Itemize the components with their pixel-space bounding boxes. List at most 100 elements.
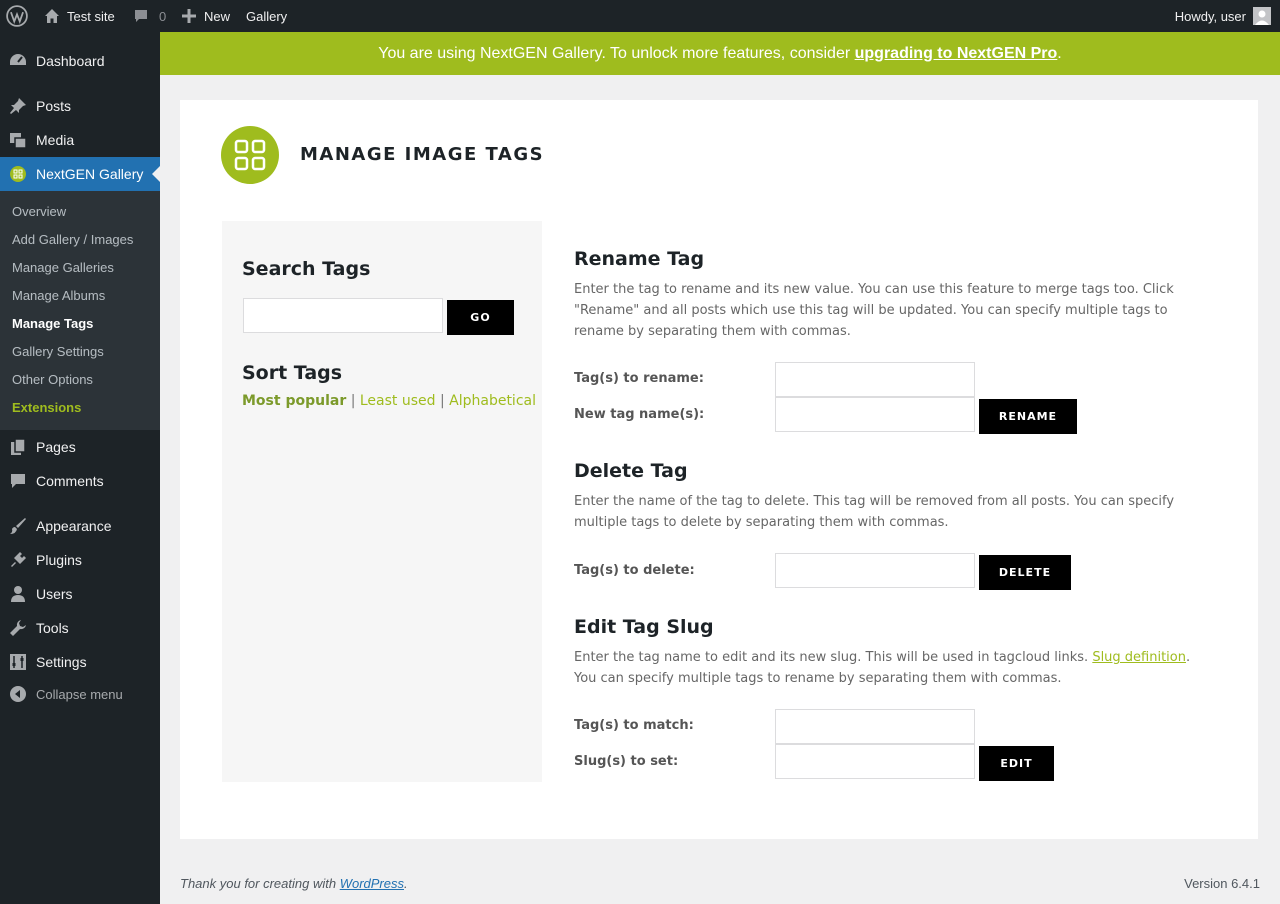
comment-icon (133, 8, 149, 24)
edit-slug-description-text: Enter the tag name to edit and its new s… (574, 650, 1093, 665)
rename-to-label: New tag name(s): (574, 407, 705, 422)
dashboard-icon (9, 52, 27, 70)
upgrade-banner: You are using NextGEN Gallery. To unlock… (160, 32, 1280, 75)
site-link[interactable]: Test site (44, 0, 115, 32)
delete-label: Tag(s) to delete: (574, 563, 695, 578)
sort-links: Most popular | Least used | Alphabetical (242, 393, 536, 409)
sidebar-item-label: Settings (36, 654, 87, 670)
sidebar-item-media[interactable]: Media (0, 123, 160, 157)
sidebar-item-label: Plugins (36, 552, 82, 568)
site-name: Test site (67, 8, 115, 24)
slug-set-input[interactable] (775, 744, 975, 779)
howdy-text: Howdy, user (1174, 8, 1246, 24)
banner-end: . (1057, 44, 1062, 62)
brush-icon (9, 517, 27, 535)
sidebar-item-label: Media (36, 132, 75, 148)
sidebar-item-comments[interactable]: Comments (0, 464, 160, 498)
sidebar-item-label: Comments (36, 473, 104, 489)
plugin-icon (9, 551, 27, 569)
sidebar-item-dashboard[interactable]: Dashboard (0, 44, 160, 78)
slug-match-label: Tag(s) to match: (574, 718, 694, 733)
search-sort-panel: Search Tags GO Sort Tags Most popular | … (222, 221, 542, 782)
footer-thanks-text: Thank you for creating with (180, 876, 340, 891)
sort-least-used-link[interactable]: Least used (360, 393, 436, 409)
rename-button[interactable]: RENAME (979, 399, 1077, 434)
collapse-label: Collapse menu (36, 686, 123, 702)
sidebar-item-label: Posts (36, 98, 72, 114)
plus-icon (182, 9, 196, 23)
sidebar-item-appearance[interactable]: Appearance (0, 509, 160, 543)
collapse-menu-button[interactable]: Collapse menu (0, 677, 160, 711)
admin-sidebar: Dashboard Posts Media NextGEN Gallery Ov… (0, 32, 160, 904)
home-icon (44, 8, 60, 24)
footer-thanks: Thank you for creating with WordPress. (180, 876, 408, 891)
delete-button[interactable]: DELETE (979, 555, 1071, 590)
sidebar-item-label: Dashboard (36, 53, 105, 69)
submenu-extensions[interactable]: Extensions (12, 400, 81, 415)
sort-alphabetical-link[interactable]: Alphabetical (449, 393, 536, 409)
slug-match-input[interactable] (775, 709, 975, 744)
footer-version: Version 6.4.1 (1184, 876, 1260, 891)
sort-separator: | (439, 393, 445, 409)
upgrade-link[interactable]: upgrading to NextGEN Pro (855, 45, 1058, 63)
sidebar-item-nextgen-gallery[interactable]: NextGEN Gallery (0, 157, 160, 191)
rename-to-input[interactable] (775, 397, 975, 432)
edit-slug-description: Enter the tag name to edit and its new s… (574, 647, 1214, 689)
sidebar-item-users[interactable]: Users (0, 577, 160, 611)
rename-from-input[interactable] (775, 362, 975, 397)
comments-count: 0 (159, 8, 167, 24)
pin-icon (9, 97, 27, 115)
wordpress-link[interactable]: WordPress (340, 876, 404, 891)
delete-tag-heading: Delete Tag (574, 460, 688, 482)
collapse-icon (9, 685, 27, 703)
sidebar-item-label: NextGEN Gallery (36, 166, 144, 182)
delete-input[interactable] (775, 553, 975, 588)
sidebar-item-settings[interactable]: Settings (0, 645, 160, 679)
avatar (1253, 7, 1271, 25)
slug-definition-link[interactable]: Slug definition (1092, 650, 1186, 665)
sidebar-item-label: Appearance (36, 518, 112, 534)
submenu-manage-albums[interactable]: Manage Albums (12, 288, 105, 303)
search-tags-heading: Search Tags (242, 258, 371, 280)
search-tags-input[interactable] (243, 298, 443, 333)
nextgen-submenu: Overview Add Gallery / Images Manage Gal… (0, 191, 160, 430)
new-content-link[interactable]: New (182, 0, 230, 32)
user-icon (9, 585, 27, 603)
sidebar-item-label: Tools (36, 620, 69, 636)
rename-tag-heading: Rename Tag (574, 248, 705, 270)
nextgen-icon (9, 165, 27, 183)
wordpress-logo-icon[interactable] (6, 0, 28, 32)
slug-set-label: Slug(s) to set: (574, 754, 679, 769)
rename-tag-description: Enter the tag to rename and its new valu… (574, 282, 1174, 339)
wrench-icon (9, 619, 27, 637)
comments-link[interactable]: 0 (133, 0, 166, 32)
sort-separator: | (350, 393, 356, 409)
edit-slug-button[interactable]: EDIT (979, 746, 1054, 781)
media-icon (9, 131, 27, 149)
submenu-other-options[interactable]: Other Options (12, 372, 93, 387)
sidebar-item-label: Pages (36, 439, 76, 455)
submenu-manage-tags[interactable]: Manage Tags (12, 316, 93, 331)
submenu-overview[interactable]: Overview (12, 204, 66, 219)
delete-tag-description: Enter the name of the tag to delete. Thi… (574, 494, 1175, 530)
submenu-gallery-settings[interactable]: Gallery Settings (12, 344, 104, 359)
page-title: MANAGE IMAGE TAGS (300, 144, 545, 165)
comment-icon (9, 472, 27, 490)
account-menu[interactable]: Howdy, user (1175, 0, 1271, 32)
rename-from-label: Tag(s) to rename: (574, 371, 704, 386)
submenu-add-gallery[interactable]: Add Gallery / Images (12, 232, 133, 247)
sidebar-item-posts[interactable]: Posts (0, 89, 160, 123)
sort-tags-heading: Sort Tags (242, 362, 343, 384)
sidebar-item-label: Users (36, 586, 73, 602)
sidebar-item-pages[interactable]: Pages (0, 430, 160, 464)
edit-slug-heading: Edit Tag Slug (574, 616, 714, 638)
search-go-button[interactable]: GO (447, 300, 514, 335)
sort-most-popular-link[interactable]: Most popular (242, 393, 346, 409)
pages-icon (9, 438, 27, 456)
submenu-manage-galleries[interactable]: Manage Galleries (12, 260, 114, 275)
gallery-link[interactable]: Gallery (246, 0, 287, 32)
sidebar-item-plugins[interactable]: Plugins (0, 543, 160, 577)
grid-icon (221, 126, 279, 184)
sidebar-item-tools[interactable]: Tools (0, 611, 160, 645)
admin-bar: Test site 0 New Gallery Howdy, user (0, 0, 1280, 32)
